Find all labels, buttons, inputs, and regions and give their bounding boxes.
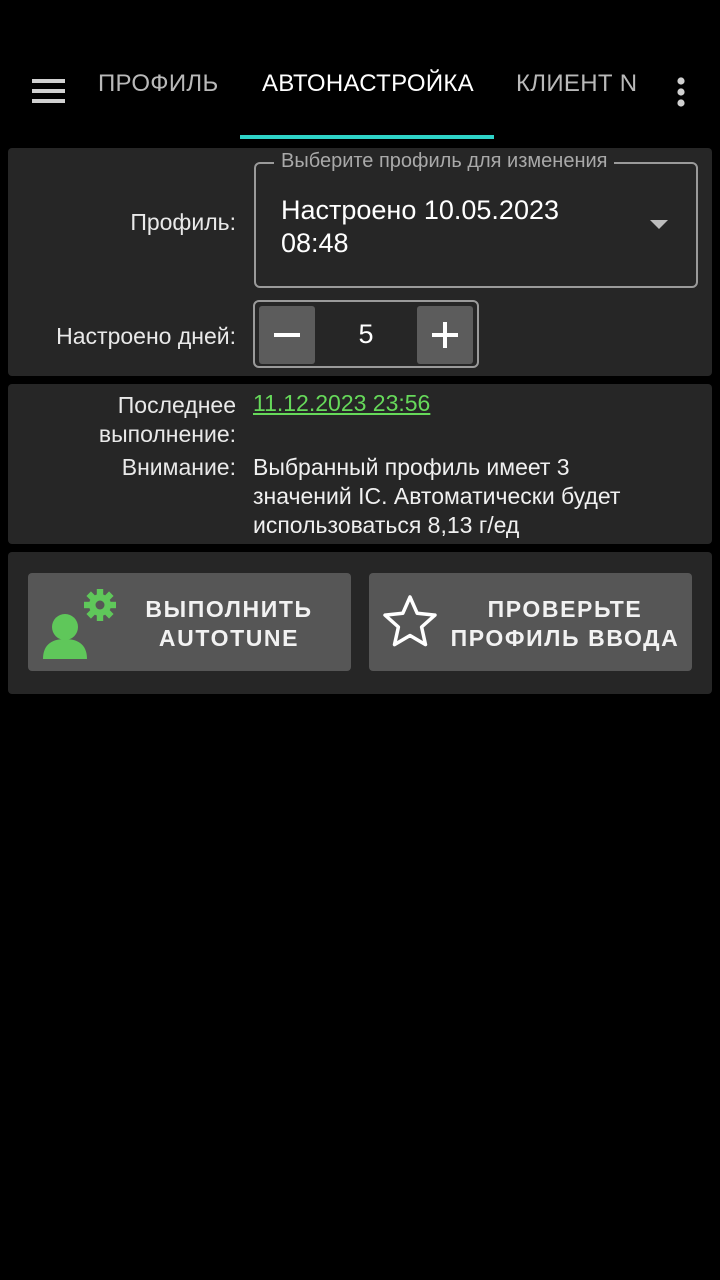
profile-dropdown-value-line1: Настроено 10.05.2023: [281, 195, 559, 225]
check-input-profile-label: ПРОВЕРЬТЕ ПРОФИЛЬ ВВОДА: [445, 595, 685, 653]
last-run-link[interactable]: 11.12.2023 23:56: [253, 390, 430, 417]
check-input-profile-button[interactable]: ПРОВЕРЬТЕ ПРОФИЛЬ ВВОДА: [369, 573, 692, 671]
run-autotune-label-line2: AUTOTUNE: [158, 625, 300, 651]
days-value[interactable]: 5: [319, 302, 413, 366]
check-input-profile-label-line1: ПРОВЕРЬТЕ: [487, 596, 643, 622]
person-gear-icon: [43, 589, 116, 659]
autotune-screen: ПРОФИЛЬ АВТОНАСТРОЙКА КЛИЕНТ N Профиль: …: [0, 0, 720, 1280]
last-run-label-line2: выполнение:: [98, 421, 236, 447]
dropdown-arrow-icon[interactable]: [650, 220, 668, 229]
profile-label: Профиль:: [130, 209, 236, 235]
more-vert-icon[interactable]: [668, 74, 694, 110]
star-outline-icon: [383, 595, 437, 647]
hamburger-menu-icon[interactable]: [28, 74, 68, 110]
last-run-label-line1: Последнее: [117, 392, 236, 418]
plus-icon: [432, 322, 458, 348]
decrement-button[interactable]: [259, 306, 315, 364]
profile-dropdown-hint: Выберите профиль для изменения: [274, 150, 615, 173]
last-run-label: Последнее выполнение:: [0, 391, 236, 449]
increment-button[interactable]: [417, 306, 473, 364]
warning-line1: Выбранный профиль имеет 3: [253, 454, 570, 480]
top-app-bar: ПРОФИЛЬ АВТОНАСТРОЙКА КЛИЕНТ N: [0, 0, 720, 140]
warning-line3: использоваться 8,13 г/ед: [253, 512, 520, 538]
check-input-profile-label-line2: ПРОФИЛЬ ВВОДА: [450, 625, 680, 651]
run-autotune-label: ВЫПОЛНИТЬ AUTOTUNE: [122, 595, 336, 653]
run-autotune-button[interactable]: ВЫПОЛНИТЬ AUTOTUNE: [28, 573, 351, 671]
days-stepper: 5: [253, 300, 479, 368]
profile-dropdown-value-line2: 08:48: [281, 228, 349, 258]
tab-autotune[interactable]: АВТОНАСТРОЙКА: [262, 70, 474, 114]
active-tab-indicator: [240, 135, 494, 139]
tab-profile[interactable]: ПРОФИЛЬ: [98, 70, 219, 114]
warning-line2: значений IC. Автоматически будет: [253, 483, 621, 509]
days-label: Настроено дней:: [56, 323, 236, 349]
warning-text: Выбранный профиль имеет 3 значений IC. А…: [253, 453, 703, 540]
tab-client[interactable]: КЛИЕНТ N: [516, 70, 637, 114]
profile-dropdown-value: Настроено 10.05.2023 08:48: [281, 194, 621, 260]
warning-label: Внимание:: [121, 454, 236, 480]
run-autotune-label-line1: ВЫПОЛНИТЬ: [145, 596, 313, 622]
minus-icon: [274, 333, 300, 337]
